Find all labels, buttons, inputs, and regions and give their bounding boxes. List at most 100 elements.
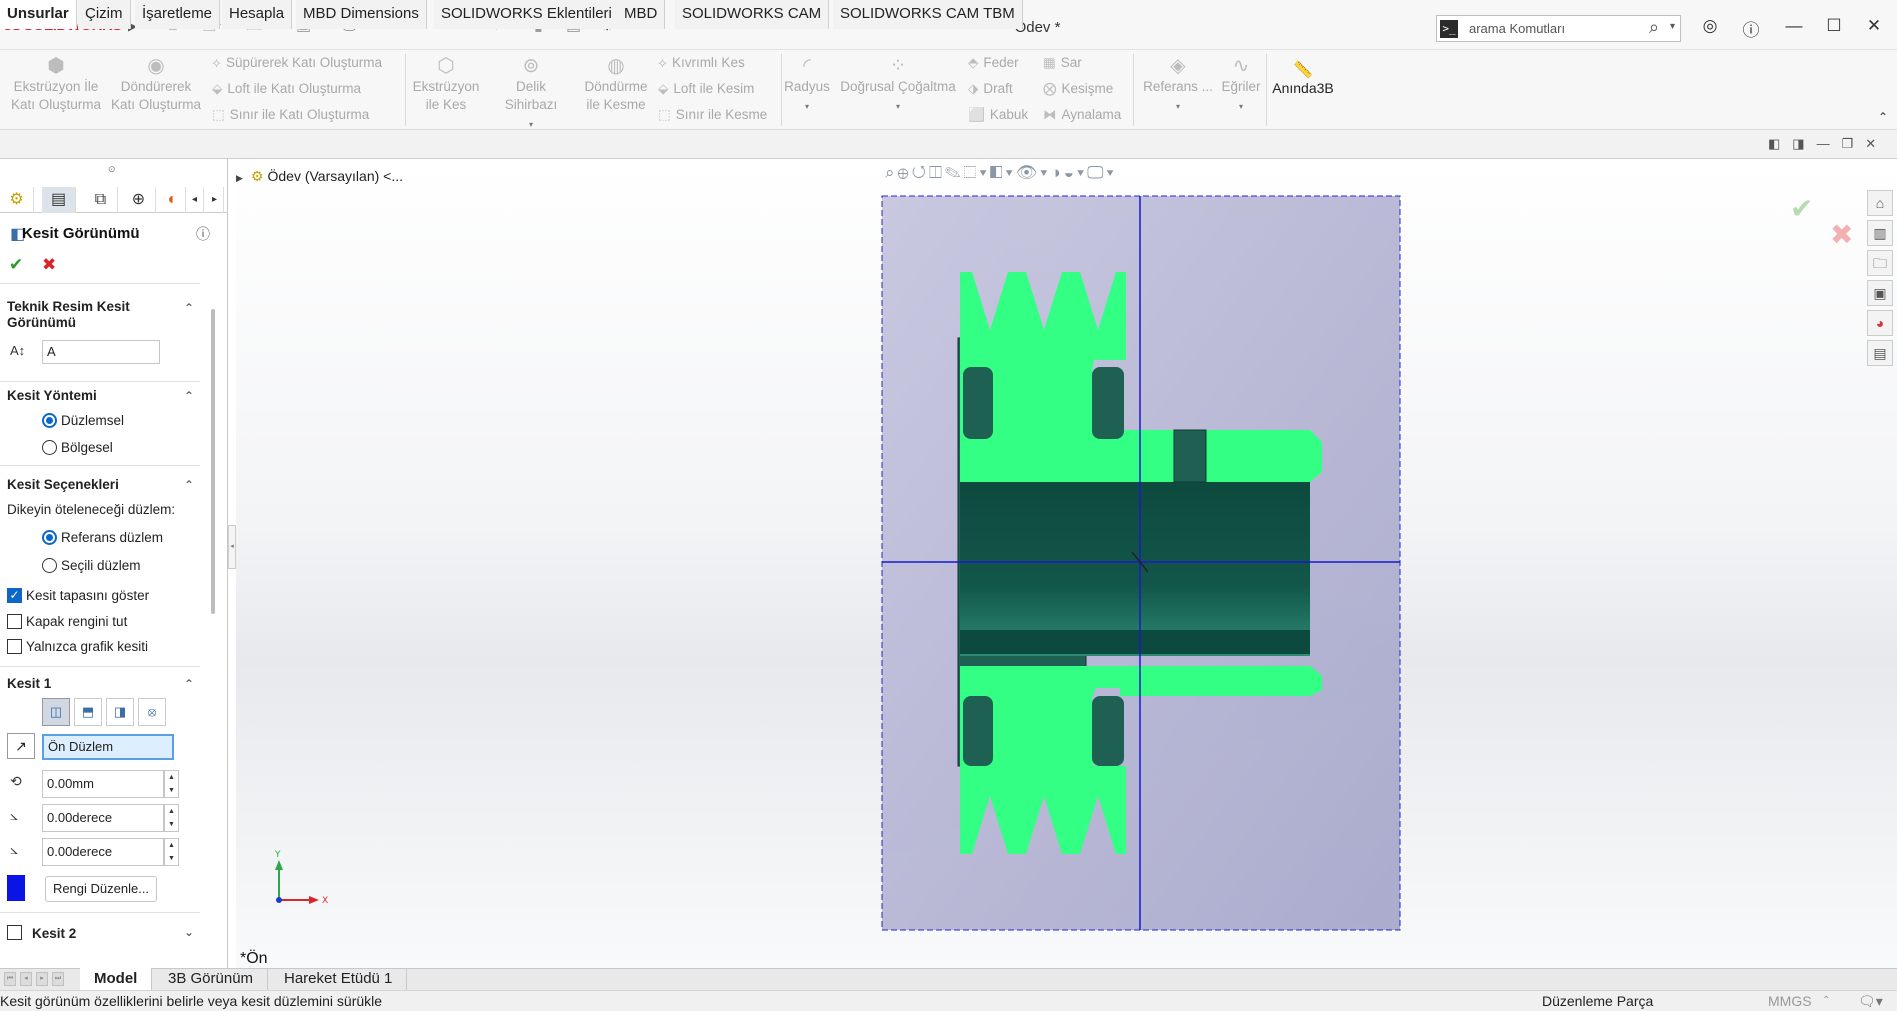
appearance-icon[interactable]: ◑ <box>1050 163 1063 182</box>
mirror-button[interactable]: ⧓ Aynalama <box>1043 102 1121 128</box>
tab-mbd-dimensions[interactable]: MBD Dimensions <box>296 0 427 29</box>
chevron-down-icon[interactable]: ▾ <box>1670 21 1675 32</box>
radio-reference-plane[interactable] <box>42 530 57 545</box>
panel-collapse-handle[interactable]: ◂ <box>228 525 236 569</box>
view-palette-icon[interactable]: ▣ <box>1867 280 1893 306</box>
section-plane-input[interactable]: Ön Düzlem <box>42 734 174 760</box>
checkbox-keep-cap-color[interactable] <box>7 614 22 629</box>
section-header-section1[interactable]: Kesit 1 <box>7 676 51 691</box>
checkbox-show-cap[interactable]: ✓ <box>7 588 22 603</box>
checkbox-graphics-only[interactable] <box>7 639 22 654</box>
tab-model[interactable]: Model <box>80 968 153 990</box>
display-manager-tab-icon[interactable]: ◐ <box>160 187 186 213</box>
view-orientation-icon[interactable]: ⬚▾ <box>963 163 989 182</box>
search-input[interactable]: arama Komutları <box>1469 21 1565 36</box>
section-view-toggle-icon[interactable]: ◫ <box>929 163 945 182</box>
rotation-y-stepper[interactable]: ▲ ▼ <box>164 838 179 866</box>
tab-motion-study[interactable]: Hareket Etüdü 1 <box>270 968 408 990</box>
appearances-icon[interactable]: ◕ <box>1867 310 1893 336</box>
curves-button[interactable]: ∿ Eğriler ▾ <box>1218 50 1264 128</box>
zoom-to-fit-icon[interactable]: ⌕ <box>885 163 898 182</box>
next-tab-icon[interactable]: ▸ <box>36 972 48 986</box>
intersect-button[interactable]: ⨂ Kesişme <box>1043 76 1113 102</box>
hide-show-icon[interactable]: 👁▾ <box>1016 163 1051 182</box>
command-search[interactable]: >_ arama Komutları ⌕ ▾ <box>1436 15 1681 42</box>
custom-properties-icon[interactable]: ▤ <box>1867 340 1893 366</box>
heads-up-toolbar[interactable]: ⌕⊕↺◫✎⬚▾◧▾👁▾◑◒▾🖵▾ <box>885 163 1117 183</box>
rotation-x-stepper[interactable]: ▲ ▼ <box>164 804 179 832</box>
tile-right-icon[interactable]: ◨ <box>1792 136 1816 151</box>
instant3d-button[interactable]: 📏 Anında3B <box>1268 60 1338 96</box>
help-icon[interactable]: ⓘ <box>1737 16 1765 41</box>
right-plane-icon[interactable]: ◨ <box>106 698 134 726</box>
restore-doc-icon[interactable]: ❐ <box>1842 136 1866 151</box>
configuration-tab-icon[interactable]: ⧉ <box>84 187 118 213</box>
section-header-section2[interactable]: Kesit 2 <box>32 926 76 941</box>
previous-view-icon[interactable]: ↺ <box>912 163 929 182</box>
property-manager-tab-icon[interactable]: ▤ <box>42 187 76 213</box>
expand-arrow-icon[interactable]: ▶ <box>236 173 243 183</box>
top-plane-icon[interactable]: ⬒ <box>74 698 102 726</box>
chevron-down-icon[interactable]: ⌄ <box>184 925 194 939</box>
panel-scrollbar[interactable] <box>211 309 215 614</box>
tab-3d-view[interactable]: 3B Görünüm <box>154 968 269 990</box>
revolve-boss-button[interactable]: ◉ Döndürerek Katı Oluşturma <box>108 50 204 128</box>
maximize-button[interactable]: ☐ <box>1820 16 1848 36</box>
solidworks-resources-icon[interactable]: ⌂ <box>1867 190 1893 216</box>
section-header-method[interactable]: Kesit Yöntemi <box>7 388 97 403</box>
unit-system[interactable]: MMGS <box>1768 991 1812 1011</box>
chevron-up-icon[interactable]: ⌃ <box>1822 991 1830 1011</box>
chevron-down-icon[interactable]: ▾ <box>1140 98 1216 116</box>
tab-features[interactable]: Unsurlar <box>0 0 77 29</box>
search-icon[interactable]: ⌕ <box>1649 17 1659 38</box>
radio-planar[interactable] <box>42 413 57 428</box>
panel-grip-icon[interactable]: ⊙ <box>108 164 116 175</box>
reference-geometry-button[interactable]: ◈ Referans ... ▾ <box>1140 50 1216 128</box>
chevron-up-icon[interactable]: ⌃ <box>184 389 194 403</box>
collapse-ribbon-icon[interactable]: ⌃ <box>1878 110 1888 124</box>
checkbox-section2[interactable] <box>7 925 22 940</box>
section-by-bodies-icon[interactable]: ⦻ <box>138 698 166 726</box>
radio-selected-plane[interactable] <box>42 558 57 573</box>
last-tab-icon[interactable]: ⏭ <box>52 972 64 986</box>
chevron-up-icon[interactable]: ⌃ <box>184 677 194 691</box>
tab-markup[interactable]: İşaretleme <box>135 0 221 29</box>
design-library-icon[interactable]: ▥ <box>1867 220 1893 246</box>
tab-mbd[interactable]: MBD <box>617 0 666 29</box>
radio-zonal[interactable] <box>42 440 57 455</box>
linear-pattern-button[interactable]: ⁘ Doğrusal Çoğaltma ▾ <box>838 50 958 128</box>
feature-tree-flyout[interactable]: ▶ ⚙ Ödev (Varsayılan) <... <box>236 168 403 185</box>
user-account-icon[interactable]: ◎ <box>1696 16 1724 36</box>
rib-button[interactable]: ⬘ Feder <box>968 50 1019 76</box>
chevron-up-icon[interactable]: ⌃ <box>184 301 194 315</box>
boundary-cut-button[interactable]: ⬚ Sınır ile Kesme <box>658 102 767 128</box>
cancel-x-icon[interactable]: ✖ <box>42 255 56 275</box>
chevron-down-icon[interactable]: ▾ <box>838 98 958 116</box>
hole-wizard-button[interactable]: ⊚ Delik Sihirbazı ▾ <box>488 50 574 129</box>
wrap-button[interactable]: ▦ Sar <box>1043 50 1082 76</box>
draft-button[interactable]: ⬗ Draft <box>968 76 1013 102</box>
close-button[interactable]: ✕ <box>1860 16 1888 36</box>
loft-boss-button[interactable]: ⬙ Loft ile Katı Oluşturma <box>212 76 361 102</box>
chevron-up-icon[interactable]: ⌃ <box>184 478 194 492</box>
shell-button[interactable]: ⬜ Kabuk <box>968 102 1028 128</box>
dimxpert-tab-icon[interactable]: ⊕ <box>122 187 156 213</box>
scene-icon[interactable]: ◒▾ <box>1064 163 1087 182</box>
prev-tab-icon[interactable]: ◂ <box>20 972 32 986</box>
first-tab-icon[interactable]: ⏮ <box>4 972 16 986</box>
confirm-corner-cancel-icon[interactable]: ✖ <box>1830 218 1853 251</box>
boundary-boss-button[interactable]: ⬚ Sınır ile Katı Oluşturma <box>212 102 369 128</box>
section-header-drawing-label[interactable]: Teknik Resim Kesit Görünümü <box>7 299 167 331</box>
extrude-boss-button[interactable]: ⬢ Ekstrüzyon İle Katı Oluşturma <box>8 50 104 128</box>
feature-tree-tab-icon[interactable]: ⚙ <box>0 187 34 213</box>
view-settings-icon[interactable]: 🖵▾ <box>1087 163 1117 182</box>
viewport-window-controls[interactable]: ◧◨—❐✕ <box>1768 136 1888 152</box>
tab-evaluate[interactable]: Hesapla <box>222 0 293 29</box>
section-view-model[interactable] <box>870 190 1410 940</box>
tab-add-ins[interactable]: SOLIDWORKS Eklentileri <box>434 0 620 29</box>
fillet-button[interactable]: ◜ Radyus ▾ <box>784 50 830 128</box>
rotation-y-input[interactable]: 0.00derece <box>42 838 164 866</box>
dynamic-annotation-icon[interactable]: ✎ <box>945 163 964 182</box>
loft-cut-button[interactable]: ⬙ Loft ile Kesim <box>658 76 754 102</box>
tile-left-icon[interactable]: ◧ <box>1768 136 1792 151</box>
